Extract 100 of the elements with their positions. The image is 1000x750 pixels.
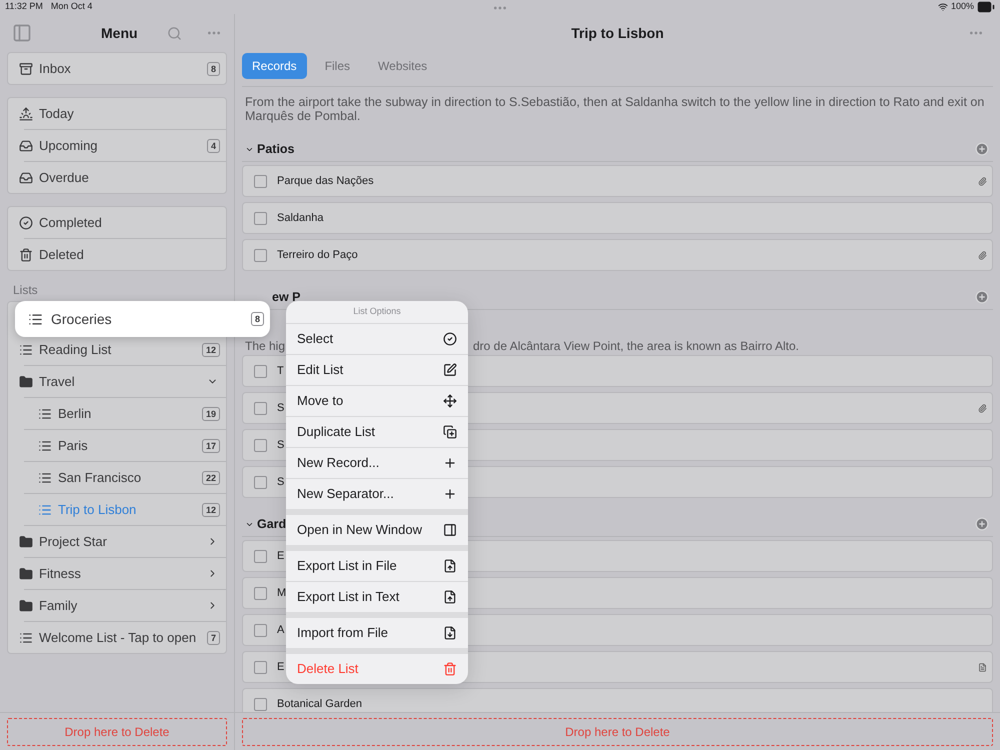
folder-icon — [19, 534, 33, 548]
record-row[interactable]: Parque das Nações — [242, 165, 993, 197]
folder-item[interactable]: Project Star — [8, 526, 226, 557]
checkbox[interactable] — [254, 174, 267, 188]
record-title: Parque das Nações — [277, 174, 374, 189]
record-title: M — [277, 586, 286, 601]
checkbox[interactable] — [254, 364, 267, 378]
move-icon — [443, 394, 457, 408]
sidebar-item[interactable]: Welcome List - Tap to open 7 — [8, 622, 226, 653]
record-row[interactable]: Terreiro do Paço — [242, 239, 993, 271]
list-icon — [38, 406, 52, 420]
sidebar-item[interactable]: Upcoming 4 — [8, 130, 226, 161]
menu-item[interactable]: Duplicate List — [286, 417, 468, 447]
sidebar-item[interactable]: San Francisco 22 — [8, 462, 226, 493]
search-icon[interactable] — [167, 26, 182, 40]
section-note: dro de Alcântara View Point, the area is known as Bairro Alto. — [473, 340, 800, 353]
folder-icon — [19, 374, 33, 388]
count-badge: 4 — [206, 138, 220, 152]
count-badge: 7 — [206, 630, 220, 644]
status-date: Mon Oct 4 — [50, 0, 92, 14]
sidebar-item[interactable]: Deleted — [8, 239, 226, 270]
dragged-list-item[interactable]: Groceries 8 — [15, 301, 270, 337]
folder-label: Fitness — [39, 564, 81, 583]
add-icon[interactable] — [975, 142, 989, 156]
sidebar-item-label: Berlin — [58, 404, 92, 423]
sidebar-item-label: Trip to Lisbon — [58, 500, 136, 519]
wifi-icon — [938, 2, 948, 12]
folder-icon — [19, 598, 33, 612]
record-title: S — [277, 400, 284, 416]
record-title: Saldanha — [277, 210, 324, 226]
menu-item[interactable]: Import from File — [286, 618, 468, 648]
status-time: 11:32 PM — [5, 0, 43, 14]
list-icon — [19, 630, 33, 644]
section-title: Gard — [257, 516, 286, 533]
list-title: Trip to Lisbon — [571, 24, 664, 43]
checkbox[interactable] — [254, 550, 267, 562]
sidebar-item[interactable]: Trip to Lisbon 12 — [8, 494, 226, 525]
record-title: E — [277, 548, 284, 564]
menu-item[interactable]: Edit List — [286, 355, 468, 385]
check-circle-icon — [443, 332, 457, 346]
edit-icon — [443, 363, 457, 377]
checkbox[interactable] — [254, 624, 267, 636]
menu-item[interactable]: Move to — [286, 386, 468, 416]
record-title: Botanical Garden — [277, 696, 362, 712]
sidebar-item-label: Paris — [58, 436, 88, 455]
inbox-icon — [19, 138, 33, 152]
trash-icon — [443, 662, 457, 676]
record-title: T — [277, 364, 284, 379]
add-icon[interactable] — [975, 517, 989, 531]
folder-item[interactable]: Travel — [8, 366, 226, 397]
sidebar-item[interactable]: Inbox 8 — [8, 53, 226, 84]
sidebar-item-label: Today — [39, 104, 74, 123]
checkbox[interactable] — [254, 476, 267, 488]
check-circle-icon — [19, 216, 33, 230]
folder-label: Project Star — [39, 532, 107, 551]
section-note: The hig — [245, 340, 286, 353]
plus-icon — [443, 456, 457, 470]
folder-label: Family — [39, 596, 78, 615]
checkbox[interactable] — [254, 698, 267, 710]
sidebar-item-label: Completed — [39, 214, 102, 232]
sidebar-item[interactable]: Completed — [8, 207, 226, 238]
folder-icon — [19, 566, 33, 580]
add-icon[interactable] — [975, 290, 989, 304]
checkbox[interactable] — [254, 402, 267, 414]
count-badge: 8 — [206, 62, 220, 76]
checkbox[interactable] — [254, 586, 267, 600]
count-badge: 12 — [202, 342, 220, 356]
sidebar-item[interactable]: Berlin 19 — [8, 398, 226, 429]
menu-item[interactable]: New Record... — [286, 448, 468, 478]
sidebar-toggle-icon[interactable] — [12, 23, 32, 43]
file-download-icon — [443, 626, 457, 640]
menu-title: List Options — [286, 301, 468, 324]
checkbox[interactable] — [254, 248, 267, 262]
menu-item[interactable]: Select — [286, 324, 468, 354]
archive-icon — [19, 62, 33, 76]
record-title: S — [277, 438, 284, 453]
sidebar-item[interactable]: Reading List 12 — [8, 334, 226, 365]
count-badge: 17 — [202, 438, 220, 452]
file-upload-icon — [443, 590, 457, 604]
list-icon — [38, 470, 52, 484]
list-label: Groceries — [51, 310, 112, 328]
record-row[interactable]: Saldanha — [242, 202, 993, 234]
sidebar-item[interactable]: Today — [8, 98, 226, 129]
folder-item[interactable]: Fitness — [8, 558, 226, 589]
menu-item[interactable]: Export List in Text — [286, 582, 468, 612]
menu-item[interactable]: New Separator... — [286, 479, 468, 509]
sidebar-item[interactable]: Paris 17 — [8, 430, 226, 461]
inbox-icon — [19, 170, 33, 184]
list-icon — [19, 342, 33, 356]
record-title: E — [277, 660, 284, 675]
tab[interactable]: Records — [242, 53, 307, 79]
checkbox[interactable] — [254, 660, 267, 674]
count-badge: 8 — [250, 312, 264, 326]
record-row[interactable]: Botanical Garden — [242, 688, 993, 712]
count-badge: 12 — [202, 502, 220, 516]
checkbox[interactable] — [254, 438, 267, 452]
sidebar-item-label: Deleted — [39, 246, 84, 264]
folder-item[interactable]: Family — [8, 590, 226, 621]
sidebar-item[interactable]: Overdue — [8, 162, 226, 193]
checkbox[interactable] — [254, 212, 267, 224]
